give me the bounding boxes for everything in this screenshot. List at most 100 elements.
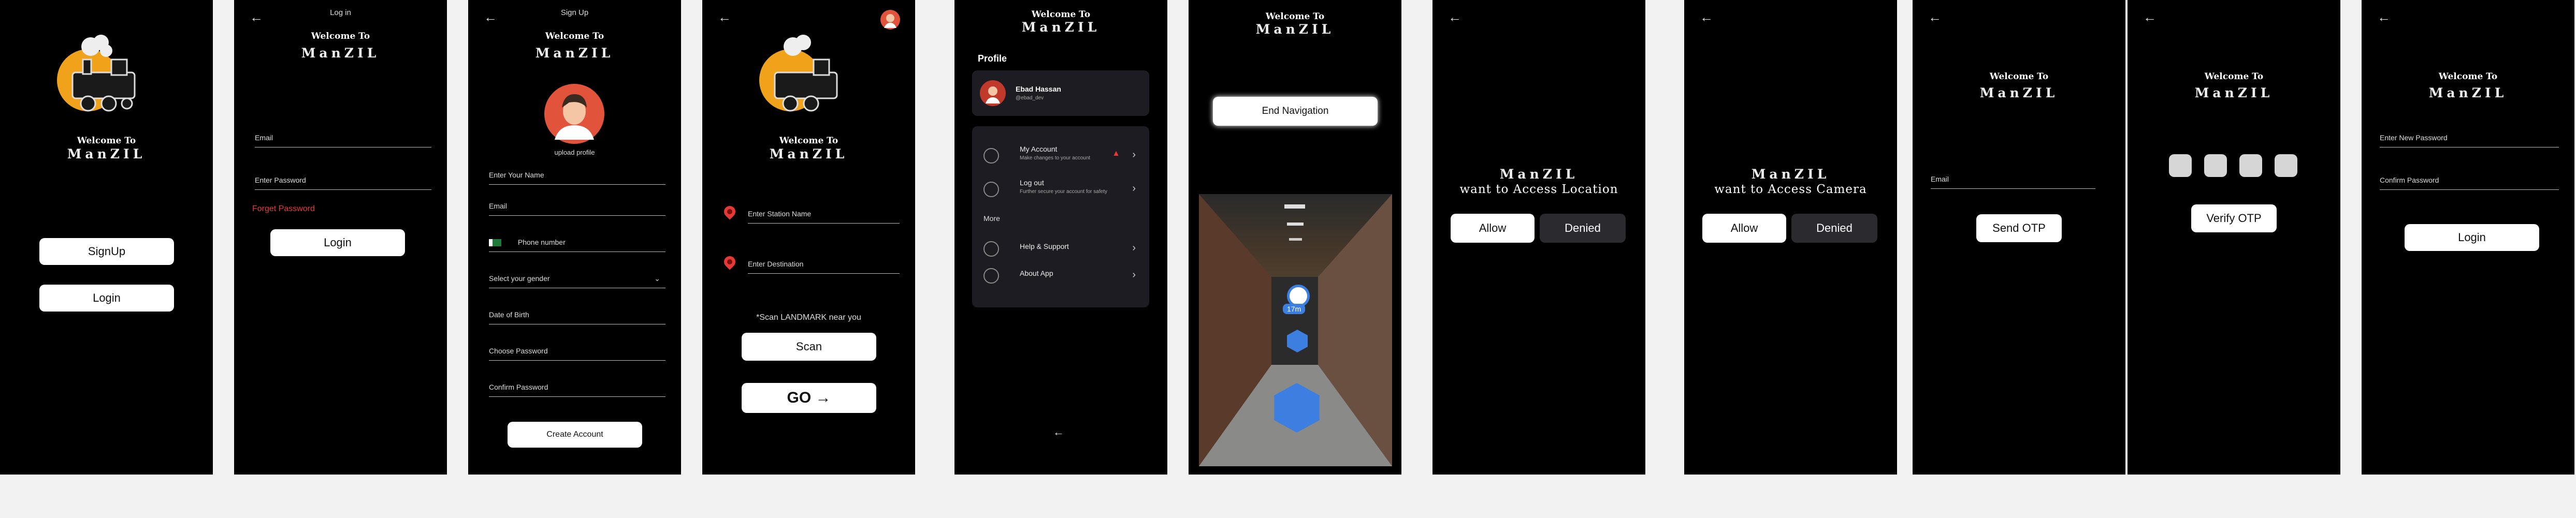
dob-field[interactable]: Date of Birth xyxy=(489,310,665,324)
confirm-password-field[interactable]: Confirm Password xyxy=(2380,176,2559,190)
menu-item-about[interactable]: About App › xyxy=(983,262,1141,292)
otp-digit-1[interactable] xyxy=(2169,154,2192,177)
station-pin-icon xyxy=(721,203,738,220)
welcome-text: Welcome To xyxy=(779,136,838,146)
chevron-right-icon: › xyxy=(1132,242,1136,254)
deny-button[interactable]: Denied xyxy=(1540,214,1626,243)
otp-digit-4[interactable] xyxy=(2275,154,2297,177)
camera-view: 17m xyxy=(1199,194,1392,466)
waypoint-hexagon-icon xyxy=(1287,330,1308,352)
gender-placeholder: Select your gender xyxy=(489,274,550,283)
welcome-text: Welcome To xyxy=(1989,71,2049,82)
menu-item-logout[interactable]: Log out Further secure your account for … xyxy=(983,175,1141,205)
menu-title: My Account xyxy=(1020,145,1058,153)
navigation-screen: Welcome To ManZIL End Navigation 17m xyxy=(1189,0,1401,475)
chevron-right-icon: › xyxy=(1132,183,1136,194)
user-icon xyxy=(983,148,999,164)
station-field[interactable]: Enter Station Name xyxy=(748,210,900,224)
deny-button[interactable]: Denied xyxy=(1791,214,1877,243)
create-account-button[interactable]: Create Account xyxy=(508,422,642,448)
page-title: Profile xyxy=(978,53,1007,64)
destination-pin-icon xyxy=(721,254,738,270)
back-arrow-icon[interactable]: ← xyxy=(1053,425,1064,439)
reset-password-screen: ← Welcome To ManZIL Enter New Password C… xyxy=(2362,0,2574,475)
permission-request-text: want to Access Location xyxy=(1459,183,1618,196)
brand-title: ManZIL xyxy=(535,46,614,61)
brand-title: ManZIL xyxy=(1979,85,2059,100)
screen-header: Log in xyxy=(330,8,351,17)
avatar[interactable] xyxy=(543,83,605,145)
brand-title: ManZIL xyxy=(2194,85,2274,100)
password-field[interactable]: Choose Password xyxy=(489,347,665,361)
back-arrow-icon[interactable]: ← xyxy=(1700,9,1713,25)
camera-permission-screen: ← ManZIL want to Access Camera Allow Den… xyxy=(1684,0,1897,475)
chevron-right-icon: › xyxy=(1132,149,1136,160)
brand-title: ManZIL xyxy=(301,46,380,61)
profile-screen: Welcome To ManZIL Profile Ebad Hassan @e… xyxy=(954,0,1167,475)
otp-digit-2[interactable] xyxy=(2204,154,2227,177)
chevron-right-icon: › xyxy=(1132,269,1136,280)
login-button[interactable]: Login xyxy=(39,285,174,312)
signup-button[interactable]: SignUp xyxy=(39,238,174,265)
splash-screen: Welcome To ManZIL SignUp Login xyxy=(0,0,213,475)
login-button[interactable]: Login xyxy=(2405,224,2539,251)
menu-subtitle: Further secure your account for safety xyxy=(1020,189,1107,195)
login-screen: ← Log in Welcome To ManZIL Email Enter P… xyxy=(234,0,447,475)
user-handle: @ebad_dev xyxy=(1016,95,1044,101)
new-password-field[interactable]: Enter New Password xyxy=(2380,134,2559,147)
brand-title: ManZIL xyxy=(1751,167,1830,182)
email-field[interactable]: Email xyxy=(1931,175,2095,189)
welcome-text: Welcome To xyxy=(2438,71,2498,82)
back-arrow-icon[interactable]: ← xyxy=(2143,9,2157,25)
allow-button[interactable]: Allow xyxy=(1702,214,1786,243)
scan-button[interactable]: Scan xyxy=(742,333,876,361)
gender-select[interactable]: Select your gender ⌄ xyxy=(489,274,665,288)
brand-title: ManZIL xyxy=(769,146,848,161)
menu-title: Help & Support xyxy=(1020,242,1069,250)
permission-request-text: want to Access Camera xyxy=(1714,183,1867,196)
settings-panel: My Account Make changes to your account … xyxy=(972,126,1149,307)
verify-otp-button[interactable]: Verify OTP xyxy=(2191,204,2277,232)
destination-field[interactable]: Enter Destination xyxy=(748,260,900,274)
avatar[interactable] xyxy=(880,9,901,30)
arrow-right-icon: → xyxy=(815,389,831,406)
menu-item-my-account[interactable]: My Account Make changes to your account … xyxy=(983,142,1141,172)
welcome-text: Welcome To xyxy=(2204,71,2264,82)
welcome-text: Welcome To xyxy=(1031,9,1091,20)
brand-title: ManZIL xyxy=(1499,167,1579,182)
confirm-password-field[interactable]: Confirm Password xyxy=(489,383,665,397)
menu-title: Log out xyxy=(1020,179,1044,187)
waypoint-hexagon-icon xyxy=(1274,383,1320,433)
user-name: Ebad Hassan xyxy=(1016,85,1061,93)
allow-button[interactable]: Allow xyxy=(1451,214,1535,243)
password-field[interactable]: Enter Password xyxy=(255,176,431,190)
scan-hint: *Scan LANDMARK near you xyxy=(756,313,861,322)
avatar xyxy=(980,80,1006,106)
email-field[interactable]: Email xyxy=(489,202,665,216)
back-arrow-icon[interactable]: ← xyxy=(1928,9,1942,25)
logout-icon xyxy=(983,182,999,197)
welcome-text: Welcome To xyxy=(77,136,136,146)
train-logo-icon xyxy=(759,35,838,112)
bell-icon xyxy=(983,241,999,257)
back-arrow-icon[interactable]: ← xyxy=(718,9,731,25)
upload-profile-label[interactable]: upload profile xyxy=(468,149,681,156)
menu-item-help[interactable]: Help & Support › xyxy=(983,235,1141,265)
go-button[interactable]: GO → xyxy=(742,383,876,413)
otp-digit-3[interactable] xyxy=(2239,154,2262,177)
forgot-password-link[interactable]: Forget Password xyxy=(252,204,315,214)
phone-field[interactable]: Phone number xyxy=(489,238,665,253)
name-field[interactable]: Enter Your Name xyxy=(489,171,665,185)
screen-header: Sign Up xyxy=(560,8,589,17)
go-label: GO xyxy=(787,389,812,406)
send-otp-button[interactable]: Send OTP xyxy=(1976,214,2062,242)
back-arrow-icon[interactable]: ← xyxy=(2377,9,2391,25)
brand-title: ManZIL xyxy=(67,146,146,161)
phone-placeholder: Phone number xyxy=(517,238,566,246)
profile-card[interactable]: Ebad Hassan @ebad_dev xyxy=(972,70,1149,116)
train-logo-icon xyxy=(57,35,136,112)
end-navigation-button[interactable]: End Navigation xyxy=(1213,97,1378,126)
email-field[interactable]: Email xyxy=(255,134,431,147)
back-arrow-icon[interactable]: ← xyxy=(1448,9,1461,25)
login-button[interactable]: Login xyxy=(270,229,405,256)
